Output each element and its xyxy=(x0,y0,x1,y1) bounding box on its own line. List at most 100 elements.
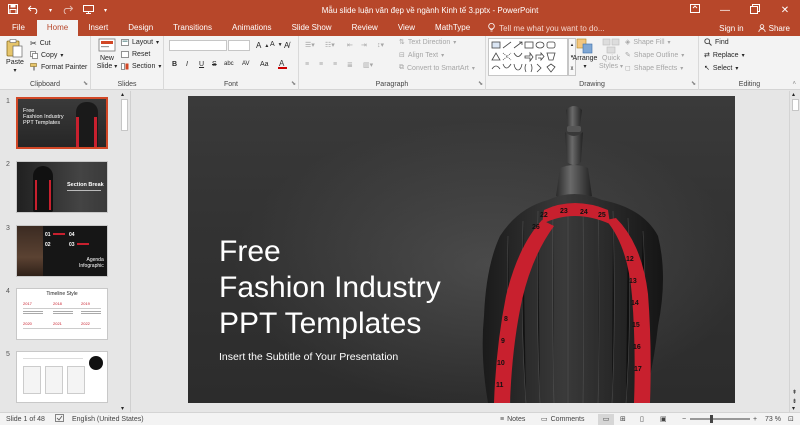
shape-effects-button[interactable]: ◻ Shape Effects ▾ xyxy=(625,64,683,73)
zoom-level[interactable]: 73 % xyxy=(765,416,781,423)
zoom-in-icon[interactable]: + xyxy=(753,416,757,423)
tell-me-box[interactable]: Tell me what you want to do... xyxy=(480,20,612,36)
quick-styles-button[interactable]: Quick Styles ▾ xyxy=(598,38,624,71)
line-spacing-icon[interactable]: ↕▾ xyxy=(377,41,384,49)
slide-sorter-icon[interactable]: ⊞ xyxy=(620,415,626,423)
decrease-font-size-icon[interactable]: A ▼ xyxy=(270,41,283,48)
cut-button[interactable]: ✂ Cut xyxy=(30,39,51,48)
decrease-indent-icon[interactable]: ⇤ xyxy=(347,41,353,49)
zoom-slider-thumb[interactable] xyxy=(710,415,714,423)
collapse-ribbon-icon[interactable]: ˄ xyxy=(792,81,796,87)
share-button[interactable]: Share xyxy=(758,24,790,33)
paste-button[interactable]: Paste ▾ xyxy=(3,38,27,75)
replace-button[interactable]: ⇄ Replace ▾ xyxy=(704,51,745,60)
font-family-box[interactable] xyxy=(169,40,227,51)
tab-transitions[interactable]: Transitions xyxy=(163,20,222,36)
thumbnail-scrollbar[interactable]: ▴ ▾ xyxy=(120,91,129,412)
close-icon[interactable]: ✕ xyxy=(770,5,800,16)
tab-insert[interactable]: Insert xyxy=(78,20,118,36)
drawing-launcher-icon[interactable]: ⬊ xyxy=(691,80,696,87)
slide-scroll-up-icon[interactable]: ▴ xyxy=(792,91,795,98)
start-from-beginning-icon[interactable] xyxy=(83,4,95,17)
fit-to-window-icon[interactable]: ⊡ xyxy=(788,415,794,423)
zoom-out-icon[interactable]: − xyxy=(682,416,686,423)
align-center-icon[interactable]: ≡ xyxy=(319,61,323,68)
ribbon-display-options-icon[interactable] xyxy=(680,4,710,16)
thumbnail-slide-1[interactable]: Free Fashion Industry PPT Templates xyxy=(16,97,108,149)
undo-icon[interactable] xyxy=(27,4,39,17)
shape-outline-button[interactable]: ✎ Shape Outline ▾ xyxy=(625,51,684,60)
normal-view-icon[interactable]: ▭ xyxy=(598,414,614,425)
text-direction-button[interactable]: ⇅ Text Direction ▾ xyxy=(399,38,456,47)
bullets-icon[interactable]: ☰▾ xyxy=(305,41,315,49)
numbering-icon[interactable]: ☷▾ xyxy=(325,41,335,49)
convert-smartart-button[interactable]: ⧉ Convert to SmartArt ▾ xyxy=(399,64,475,72)
tab-review[interactable]: Review xyxy=(342,20,388,36)
spell-check-icon[interactable] xyxy=(55,414,64,424)
thumbnail-scroll-thumb[interactable] xyxy=(121,99,128,131)
notes-button[interactable]: ≡ Notes xyxy=(500,416,525,423)
shapes-gallery[interactable] xyxy=(488,38,568,76)
redo-icon[interactable] xyxy=(62,4,74,17)
slide-subtitle[interactable]: Insert the Subtitle of Your Presentation xyxy=(219,351,398,363)
character-spacing-button[interactable]: AV xyxy=(242,61,250,67)
slide-scrollbar[interactable]: ▴ ⇞ ⇟ ▾ xyxy=(789,91,800,412)
italic-button[interactable]: I xyxy=(186,61,188,68)
thumbnail-slide-3[interactable]: 01 02 03 04 Agenda Infographic xyxy=(16,225,108,277)
align-left-icon[interactable]: ≡ xyxy=(305,61,309,68)
next-slide-icon[interactable]: ⇟ xyxy=(792,398,797,405)
tab-file[interactable]: File xyxy=(0,20,37,36)
comments-button[interactable]: ▭ Comments xyxy=(541,415,584,424)
slide-show-icon[interactable]: ▣ xyxy=(660,415,667,423)
thumbnail-slide-4[interactable]: Timeline Style 2017 2018 2019 2020 2021 … xyxy=(16,288,108,340)
undo-dropdown-icon[interactable]: ▾ xyxy=(49,7,52,14)
save-icon[interactable] xyxy=(8,3,18,17)
thumbnail-scroll-up-icon[interactable]: ▴ xyxy=(121,91,124,98)
tab-home[interactable]: Home xyxy=(36,20,79,36)
clipboard-launcher-icon[interactable]: ⬊ xyxy=(83,80,88,87)
format-painter-button[interactable]: Format Painter xyxy=(30,63,87,71)
section-button[interactable]: Section ▾ xyxy=(121,63,161,70)
previous-slide-icon[interactable]: ⇞ xyxy=(792,389,797,396)
slide-scroll-down-icon[interactable]: ▾ xyxy=(792,405,795,412)
select-button[interactable]: ↖ Select ▾ xyxy=(704,64,738,73)
new-slide-button[interactable]: New Slide ▾ xyxy=(95,38,119,71)
customize-qat-icon[interactable]: ▾ xyxy=(104,7,107,14)
change-case-button[interactable]: Aa xyxy=(260,61,269,68)
columns-icon[interactable]: ▥▾ xyxy=(363,61,373,69)
font-launcher-icon[interactable]: ⬊ xyxy=(291,80,296,87)
zoom-slider[interactable] xyxy=(690,415,750,423)
arrange-button[interactable]: Arrange ▾ xyxy=(570,38,600,71)
increase-font-size-icon[interactable]: A ▲ xyxy=(256,41,269,50)
slide-scroll-thumb[interactable] xyxy=(792,99,799,111)
current-slide[interactable]: 22 23 24 25 26 12 13 14 15 16 17 8 9 10 … xyxy=(188,96,735,403)
layout-button[interactable]: Layout ▾ xyxy=(121,39,159,46)
tab-animations[interactable]: Animations xyxy=(222,20,282,36)
text-shadow-button[interactable]: abc xyxy=(224,61,234,67)
minimize-icon[interactable]: — xyxy=(710,5,740,16)
tab-mathtype[interactable]: MathType xyxy=(425,20,480,36)
justify-icon[interactable]: ≣ xyxy=(347,61,353,69)
slide-title[interactable]: Free Fashion Industry PPT Templates xyxy=(219,234,441,342)
reading-view-icon[interactable]: ▯ xyxy=(640,415,644,423)
align-right-icon[interactable]: ≡ xyxy=(333,61,337,68)
reset-button[interactable]: Reset xyxy=(121,51,150,58)
tab-view[interactable]: View xyxy=(388,20,425,36)
copy-button[interactable]: Copy ▾ xyxy=(30,51,63,59)
find-button[interactable]: Find xyxy=(704,38,729,46)
increase-indent-icon[interactable]: ⇥ xyxy=(361,41,367,49)
clear-formatting-icon[interactable]: A̸ xyxy=(284,41,289,50)
align-text-button[interactable]: ⊟ Align Text ▾ xyxy=(399,51,444,60)
strikethrough-button[interactable]: S xyxy=(212,61,217,68)
font-color-button[interactable]: A xyxy=(278,59,287,69)
bold-button[interactable]: B xyxy=(172,61,177,68)
font-size-box[interactable] xyxy=(228,40,250,51)
thumbnail-slide-5[interactable] xyxy=(16,351,108,403)
sign-in-link[interactable]: Sign in xyxy=(719,24,743,33)
thumbnail-slide-2[interactable]: Section Break xyxy=(16,161,108,213)
thumbnail-scroll-down-icon[interactable]: ▾ xyxy=(121,405,124,412)
paragraph-launcher-icon[interactable]: ⬊ xyxy=(478,80,483,87)
tab-design[interactable]: Design xyxy=(118,20,163,36)
tab-slide-show[interactable]: Slide Show xyxy=(282,20,342,36)
restore-icon[interactable] xyxy=(740,3,770,17)
